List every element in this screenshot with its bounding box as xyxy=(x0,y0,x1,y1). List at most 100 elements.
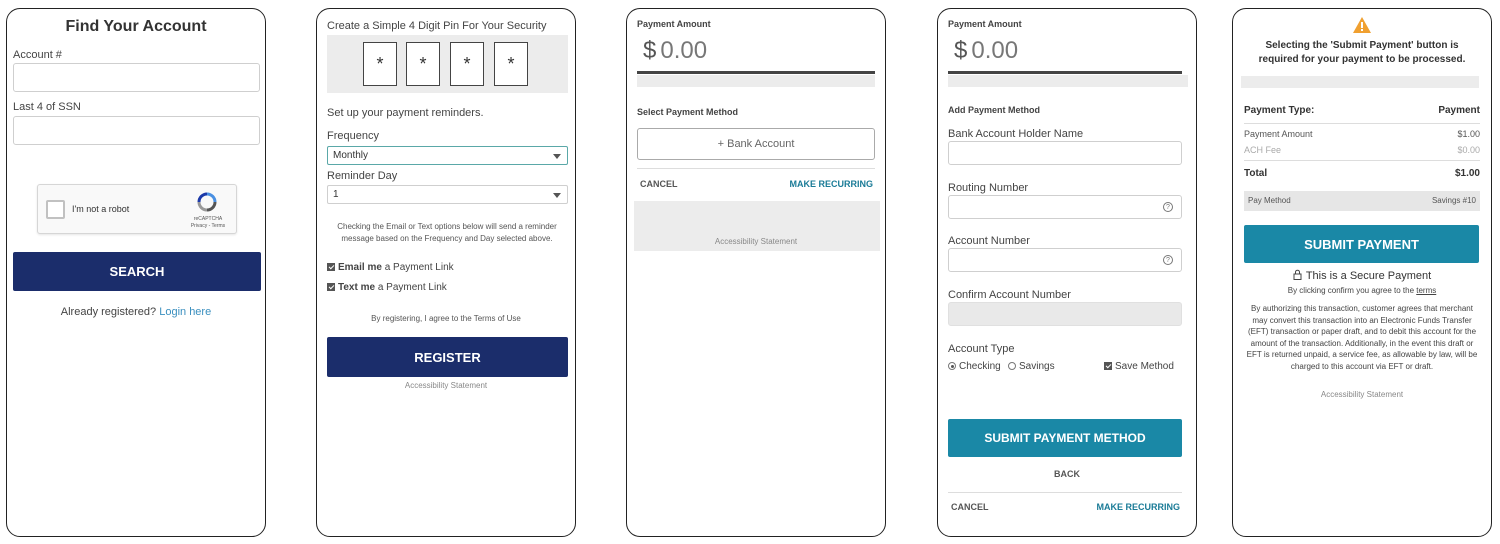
payment-type-label: Payment Type: xyxy=(1244,105,1315,116)
savings-radio[interactable] xyxy=(1008,362,1016,371)
divider xyxy=(948,492,1182,493)
holder-name-input[interactable] xyxy=(948,141,1182,165)
text-checkbox[interactable] xyxy=(327,283,335,292)
recaptcha-logo-icon xyxy=(196,192,218,212)
amount-value: 0.00 xyxy=(971,37,1019,64)
holder-name-label: Bank Account Holder Name xyxy=(948,128,1084,140)
warning-text: Selecting the 'Submit Payment' button is… xyxy=(1258,40,1466,65)
reminder-day-value: 1 xyxy=(333,189,339,200)
total-row: Total $1.00 xyxy=(1244,168,1480,179)
cancel-button[interactable]: CANCEL xyxy=(951,502,989,512)
ssn-input[interactable] xyxy=(13,116,260,145)
account-number-input[interactable]: ? xyxy=(948,248,1182,272)
accessibility-link[interactable]: Accessibility Statement xyxy=(317,381,575,390)
search-button[interactable]: SEARCH xyxy=(13,252,261,291)
checking-option[interactable]: Checking xyxy=(948,361,1001,372)
terms-link[interactable]: terms xyxy=(1416,286,1436,295)
accessibility-link[interactable]: Accessibility Statement xyxy=(1233,390,1491,399)
email-checkbox[interactable] xyxy=(327,263,335,272)
pin-digit-1[interactable]: * xyxy=(363,42,397,86)
pin-digit-3[interactable]: * xyxy=(450,42,484,86)
submit-payment-button[interactable]: SUBMIT PAYMENT xyxy=(1244,225,1479,263)
amount-underline xyxy=(637,71,875,74)
submit-payment-method-button[interactable]: SUBMIT PAYMENT METHOD xyxy=(948,419,1182,457)
payment-amount-value: $1.00 xyxy=(1457,129,1480,139)
add-bank-account-button[interactable]: + Bank Account xyxy=(637,128,875,160)
recaptcha-checkbox[interactable] xyxy=(46,200,65,219)
frequency-value: Monthly xyxy=(333,150,369,161)
email-option-bold: Email me xyxy=(338,262,382,273)
pin-digit-2[interactable]: * xyxy=(406,42,440,86)
page-title: Find Your Account xyxy=(65,18,207,35)
currency-symbol: $ xyxy=(954,37,968,64)
amount-display[interactable]: $0.00 xyxy=(643,37,707,65)
make-recurring-button[interactable]: MAKE RECURRING xyxy=(789,179,873,189)
recaptcha-links[interactable]: Privacy - Terms xyxy=(186,223,230,229)
reminder-info-text: Checking the Email or Text options below… xyxy=(337,222,557,243)
reminder-day-select[interactable]: 1 xyxy=(327,185,568,204)
reminder-title: Set up your payment reminders. xyxy=(327,107,484,119)
divider xyxy=(1244,160,1480,161)
save-method-option[interactable]: Save Method xyxy=(1104,361,1174,372)
divider-band xyxy=(1241,76,1479,88)
routing-label: Routing Number xyxy=(948,182,1029,194)
add-payment-method-screen: Payment Amount $0.00 Add Payment Method … xyxy=(937,8,1197,537)
confirm-agreement: By clicking confirm you agree to the ter… xyxy=(1233,286,1491,295)
amount-underline xyxy=(948,71,1182,74)
text-option-text: a Payment Link xyxy=(377,282,447,293)
login-prompt: Already registered? Login here xyxy=(7,306,265,318)
email-option-text: a Payment Link xyxy=(384,262,454,273)
register-button[interactable]: REGISTER xyxy=(327,337,568,377)
savings-option[interactable]: Savings xyxy=(1008,361,1055,372)
register-screen: Create a Simple 4 Digit Pin For Your Sec… xyxy=(316,8,576,537)
login-link[interactable]: Login here xyxy=(159,306,211,318)
payment-amount-row: Payment Amount $1.00 xyxy=(1244,129,1480,139)
currency-symbol: $ xyxy=(643,37,657,64)
recaptcha-brand: reCAPTCHA xyxy=(193,216,223,222)
warning-icon xyxy=(1352,16,1372,34)
amount-display[interactable]: $0.00 xyxy=(954,37,1018,65)
checking-radio[interactable] xyxy=(948,362,956,371)
savings-text: Savings xyxy=(1019,361,1055,372)
divider xyxy=(637,168,875,169)
submit-payment-screen: Selecting the 'Submit Payment' button is… xyxy=(1232,8,1492,537)
terms-text[interactable]: By registering, I agree to the Terms of … xyxy=(317,314,575,323)
confirm-account-input[interactable] xyxy=(948,302,1182,326)
chevron-down-icon xyxy=(553,192,561,198)
account-label: Account # xyxy=(13,49,62,61)
account-type-label: Account Type xyxy=(948,343,1015,355)
amount-label: Payment Amount xyxy=(637,19,711,29)
frequency-label: Frequency xyxy=(327,130,379,142)
help-icon[interactable]: ? xyxy=(1163,202,1173,212)
recaptcha-label: I'm not a robot xyxy=(72,204,130,214)
help-icon[interactable]: ? xyxy=(1163,255,1173,265)
save-method-checkbox[interactable] xyxy=(1104,362,1112,371)
text-option-bold: Text me xyxy=(338,282,376,293)
lock-icon xyxy=(1293,269,1302,283)
find-account-screen: Find Your Account Account # Last 4 of SS… xyxy=(6,8,266,537)
divider-band xyxy=(637,75,875,87)
email-option[interactable]: Email me a Payment Link xyxy=(327,262,454,273)
text-option[interactable]: Text me a Payment Link xyxy=(327,282,447,293)
select-method-label: Select Payment Method xyxy=(637,107,739,117)
select-payment-screen: Payment Amount $0.00 Select Payment Meth… xyxy=(626,8,886,537)
pin-digit-4[interactable]: * xyxy=(494,42,528,86)
accessibility-link[interactable]: Accessibility Statement xyxy=(627,237,885,246)
ach-fee-value: $0.00 xyxy=(1457,145,1480,155)
confirm-prefix-text: By clicking confirm you agree to the xyxy=(1287,286,1415,295)
recaptcha-widget: I'm not a robot reCAPTCHA Privacy - Term… xyxy=(37,184,237,234)
pin-title: Create a Simple 4 Digit Pin For Your Sec… xyxy=(327,20,547,32)
make-recurring-button[interactable]: MAKE RECURRING xyxy=(1096,502,1180,512)
routing-input[interactable]: ? xyxy=(948,195,1182,219)
ssn-label: Last 4 of SSN xyxy=(13,101,81,113)
amount-label: Payment Amount xyxy=(948,19,1022,29)
account-input[interactable] xyxy=(13,63,260,92)
payment-type-value: Payment xyxy=(1438,105,1480,116)
reminder-day-label: Reminder Day xyxy=(327,170,398,182)
divider xyxy=(1244,123,1480,124)
cancel-button[interactable]: CANCEL xyxy=(640,179,678,189)
frequency-select[interactable]: Monthly xyxy=(327,146,568,165)
back-button[interactable]: BACK xyxy=(938,469,1196,479)
amount-value: 0.00 xyxy=(660,37,708,64)
confirm-account-label: Confirm Account Number xyxy=(948,289,1071,301)
